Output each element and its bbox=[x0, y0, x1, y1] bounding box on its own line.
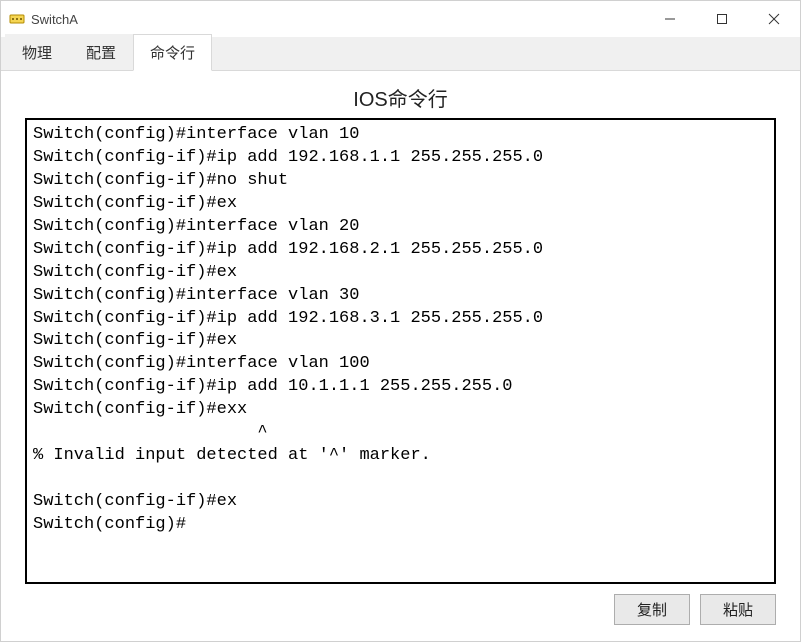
window-title: SwitchA bbox=[31, 12, 78, 27]
titlebar: SwitchA bbox=[1, 1, 800, 37]
tab-physical[interactable]: 物理 bbox=[5, 34, 69, 70]
maximize-button[interactable] bbox=[696, 1, 748, 37]
minimize-button[interactable] bbox=[644, 1, 696, 37]
button-row: 复制 粘贴 bbox=[25, 584, 776, 625]
close-button[interactable] bbox=[748, 1, 800, 37]
tab-config[interactable]: 配置 bbox=[69, 34, 133, 70]
tabbar: 物理 配置 命令行 bbox=[1, 37, 800, 71]
app-icon bbox=[9, 11, 25, 27]
window-controls bbox=[644, 1, 800, 37]
terminal-text[interactable]: Switch(config)#interface vlan 10 Switch(… bbox=[33, 124, 768, 537]
app-window: SwitchA 物理 配置 命令行 IOS命令行 Switch(config)#… bbox=[0, 0, 801, 642]
panel-title: IOS命令行 bbox=[25, 83, 776, 112]
copy-button[interactable]: 复制 bbox=[614, 594, 690, 625]
content-area: IOS命令行 Switch(config)#interface vlan 10 … bbox=[1, 71, 800, 641]
tab-cli[interactable]: 命令行 bbox=[133, 34, 212, 71]
paste-button[interactable]: 粘贴 bbox=[700, 594, 776, 625]
terminal-output[interactable]: Switch(config)#interface vlan 10 Switch(… bbox=[25, 118, 776, 584]
